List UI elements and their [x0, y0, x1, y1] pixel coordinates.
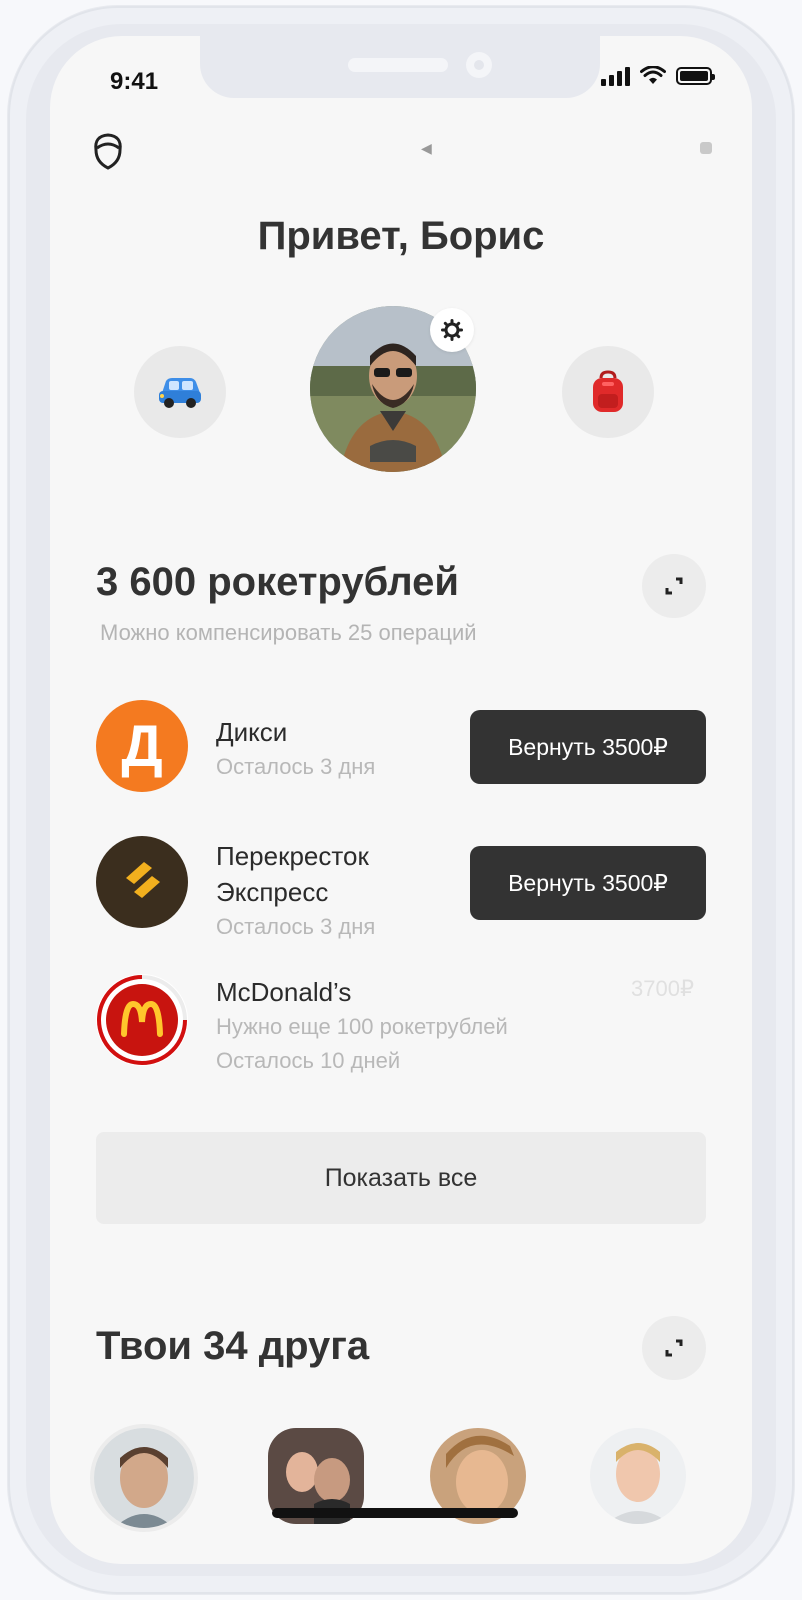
phone-screen: 9:41 ◀ Привет, Борис 3 600 рокетрублей М… [50, 36, 752, 1564]
balance-title: 3 600 рокетрублей [96, 560, 459, 604]
offer-text: Перекресток Экспресс Осталось 3 дня [216, 838, 375, 944]
balance-expand-button[interactable] [642, 554, 706, 618]
offer-name: Дикси [216, 717, 288, 747]
offer-price: 3700₽ [631, 976, 694, 1001]
friends-expand-button[interactable] [642, 1316, 706, 1380]
friends-header: Твои 34 друга [96, 1316, 706, 1380]
location-arrow-icon: ◀ [421, 140, 432, 156]
wifi-icon [640, 66, 666, 84]
gear-icon [441, 319, 463, 341]
friend-avatar[interactable] [590, 1428, 686, 1524]
offer-name-line1: Перекресток [216, 841, 369, 871]
offer-name-line2: Экспресс [216, 877, 329, 907]
offer-note: Осталось 3 дня [216, 914, 376, 939]
status-time: 9:41 [110, 68, 159, 95]
balance-header: 3 600 рокетрублей [96, 554, 706, 618]
offer-text: McDonald’s Нужно еще 100 рокетрублей Ост… [216, 974, 508, 1078]
return-button[interactable]: Вернуть 3500₽ [470, 710, 706, 784]
greeting-title: Привет, Борис [257, 214, 545, 258]
settings-button[interactable] [430, 308, 474, 352]
car-button[interactable] [134, 346, 226, 438]
camera [466, 52, 492, 78]
offer-name: McDonald’s [216, 977, 352, 1007]
signal-icon [601, 66, 630, 86]
offer-text: Дикси Осталось 3 дня [216, 714, 375, 784]
mcdonalds-logo [96, 974, 188, 1066]
show-all-button[interactable]: Показать все [96, 1132, 706, 1224]
friend-avatar[interactable] [90, 1424, 198, 1532]
offer-note: Осталось 3 дня [216, 754, 376, 779]
dixy-logo: Д [96, 700, 188, 792]
avatar-row [50, 306, 752, 476]
car-icon [159, 378, 201, 408]
return-button[interactable]: Вернуть 3500₽ [470, 846, 706, 920]
friends-title: Твои 34 друга [96, 1324, 370, 1368]
home-indicator [272, 1508, 518, 1518]
offer-note: Осталось 10 дней [216, 1048, 401, 1073]
profile-icon[interactable] [90, 132, 126, 172]
status-icons [601, 66, 715, 86]
expand-icon [665, 1339, 683, 1357]
menu-dot-icon[interactable] [700, 142, 712, 154]
top-bar: ◀ [90, 132, 712, 172]
expand-icon [665, 577, 683, 595]
offer-progress-note: Нужно еще 100 рокетрублей [216, 1014, 508, 1039]
balance-subtitle: Можно компенсировать 25 операций [100, 620, 477, 645]
speaker [348, 58, 448, 72]
backpack-button[interactable] [562, 346, 654, 438]
notch [200, 36, 600, 98]
battery-icon [676, 67, 715, 85]
backpack-icon [593, 370, 623, 412]
perekrestok-logo [96, 836, 188, 928]
